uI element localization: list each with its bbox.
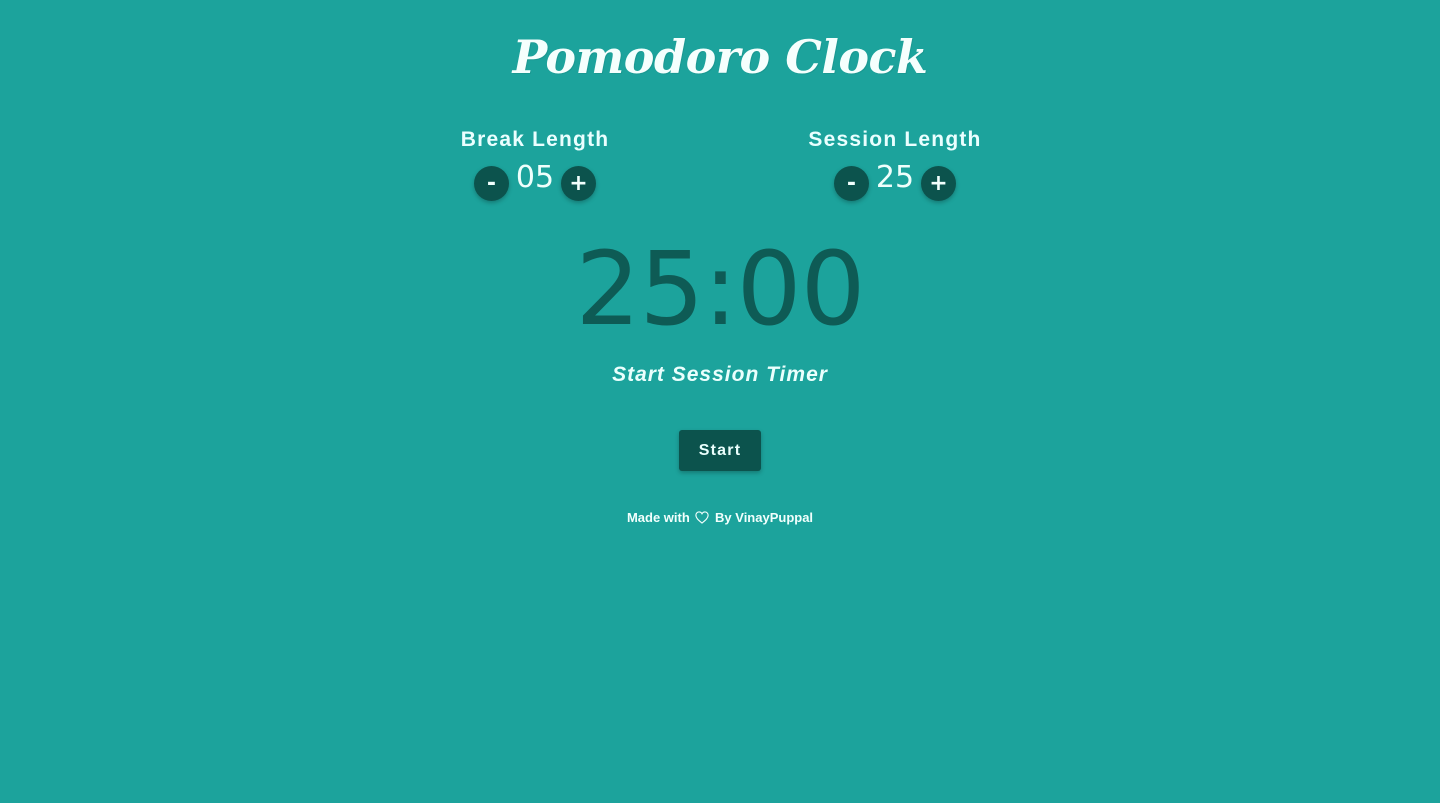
footer-author: By VinayPuppal [715,510,814,525]
session-length-panel: Session Length - 25 + [765,126,1025,206]
session-increment-button[interactable]: + [921,166,956,201]
footer: Made with By VinayPuppal [0,510,1440,527]
session-length-controls: - 25 + [765,160,1025,206]
break-length-label: Break Length [460,128,610,151]
break-increment-button[interactable]: + [561,166,596,201]
session-length-value: 25 [875,160,915,195]
break-decrement-button[interactable]: - [474,166,509,201]
footer-prefix: Made with [626,510,690,525]
heart-outline-icon [695,511,710,527]
session-length-label: Session Length [808,128,982,151]
start-button[interactable]: Start [679,430,761,471]
break-length-controls: - 05 + [405,160,665,206]
break-length-value: 05 [515,160,555,195]
break-length-panel: Break Length - 05 + [405,126,665,206]
timer-status: Start Session Timer [612,363,828,386]
app-title: Pomodoro Clock [512,30,928,84]
session-decrement-button[interactable]: - [834,166,869,201]
timer-display: 25:00 [575,230,866,349]
